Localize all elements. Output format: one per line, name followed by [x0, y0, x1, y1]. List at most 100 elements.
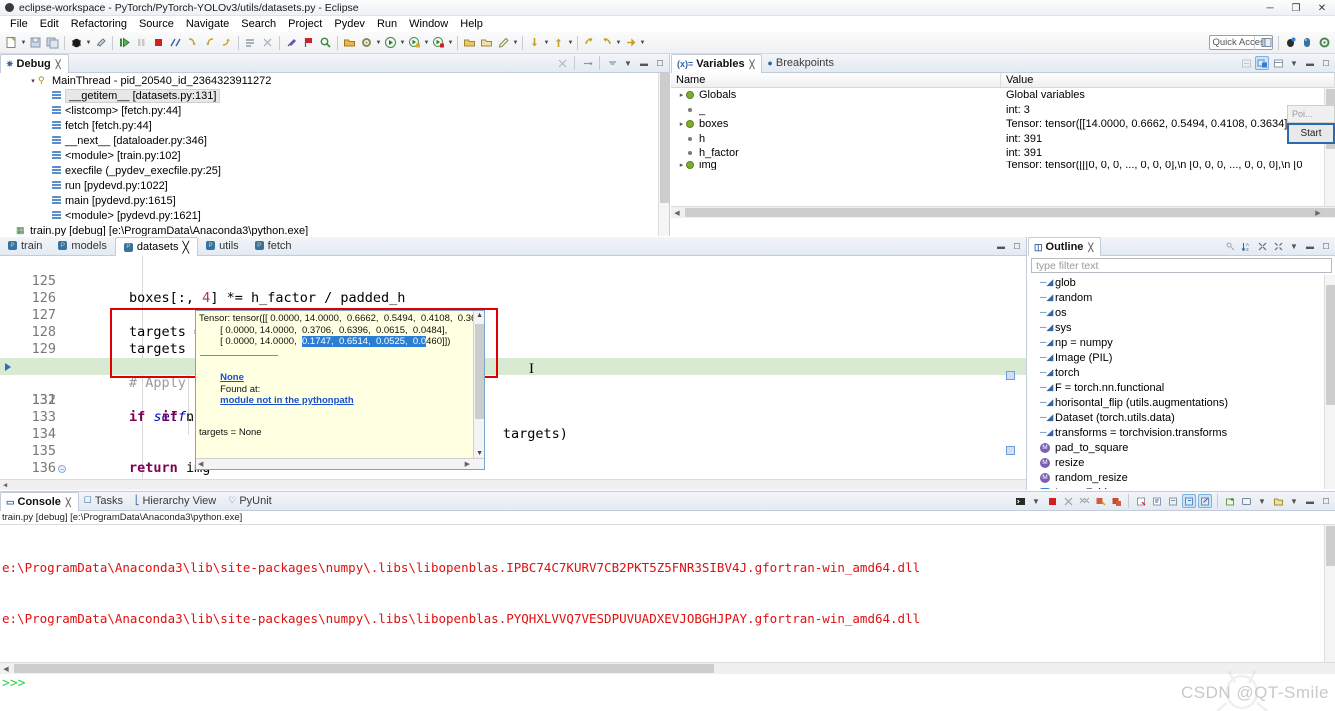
save-icon[interactable]: [28, 35, 43, 50]
scroll-lock-icon[interactable]: [1134, 494, 1148, 508]
table-row[interactable]: h_factor int: 391: [671, 146, 1335, 161]
launch-row[interactable]: ▦ train.py [debug] [e:\ProgramData\Anaco…: [0, 223, 669, 237]
build-icon[interactable]: [359, 35, 374, 50]
console-horizontal-scrollbar[interactable]: ◀: [0, 662, 1335, 674]
expand-arrow-icon[interactable]: ▸: [677, 161, 686, 169]
outline-item-pad-to-square[interactable]: Mpad_to_square: [1028, 440, 1335, 455]
show-type-names-icon[interactable]: [1255, 56, 1269, 70]
variables-horizontal-scrollbar[interactable]: ◀ ▶: [671, 206, 1335, 218]
collapse-all-icon[interactable]: [1239, 56, 1253, 70]
pydev-perspective-icon[interactable]: [1300, 35, 1315, 50]
code-line[interactable]: 136: [0, 443, 1026, 476]
stack-frame-row[interactable]: <module> [pydevd.py:1621]: [0, 208, 669, 223]
add-bookmark-icon[interactable]: [301, 35, 316, 50]
open-perspective-icon[interactable]: [1259, 35, 1274, 50]
view-menu-arrow-icon[interactable]: ▼: [621, 56, 635, 70]
tab-hierarchy-view[interactable]: ⎣ Hierarchy View: [130, 491, 223, 510]
console-vertical-scrollbar[interactable]: [1324, 525, 1335, 662]
close-icon[interactable]: ╳: [182, 241, 189, 254]
code-line[interactable]: 130 # Apply au: [0, 341, 1026, 391]
expand-arrow-icon[interactable]: ▾: [28, 77, 38, 85]
collapse-all-icon[interactable]: [1255, 239, 1269, 253]
close-button[interactable]: ✕: [1309, 0, 1335, 16]
close-icon[interactable]: ╳: [66, 498, 71, 507]
close-icon[interactable]: ╳: [750, 60, 755, 69]
outline-item-image[interactable]: ─◢ Image (PIL): [1028, 350, 1335, 365]
tab-variables[interactable]: (x)= Variables ╳: [671, 54, 763, 73]
code-line[interactable]: 133 im targets): [0, 392, 1026, 442]
debug-stack-tree[interactable]: ▾ ⚲ MainThread - pid_20540_id_2364323911…: [0, 73, 669, 236]
outline-item-sys[interactable]: ─◢ sys: [1028, 320, 1335, 335]
tab-datasets[interactable]: P datasets ╳: [114, 237, 199, 256]
tab-train[interactable]: P train: [0, 236, 50, 255]
open-console-dropdown-icon[interactable]: ▼: [1287, 494, 1301, 508]
show-console-on-output-icon[interactable]: [1166, 494, 1180, 508]
code-line[interactable]: 127 targets = torch.zeros((len(boxes), 6…: [0, 290, 1026, 340]
step-into-icon[interactable]: [185, 35, 200, 50]
outline-item-torch[interactable]: ─◢ torch: [1028, 365, 1335, 380]
code-line[interactable]: 134: [0, 409, 1026, 442]
code-line[interactable]: 125 boxes[:, 4] *= h_factor / padded_h: [0, 256, 1026, 306]
previous-annotation-dropdown-icon[interactable]: ▼: [567, 35, 574, 50]
stack-frame-row[interactable]: <listcomp> [fetch.py:44]: [0, 103, 669, 118]
debug-thread-row[interactable]: ▾ ⚲ MainThread - pid_20540_id_2364323911…: [0, 73, 669, 88]
minimize-button[interactable]: ─: [1257, 0, 1283, 16]
code-line[interactable]: 129: [0, 324, 1026, 357]
save-all-icon[interactable]: [45, 35, 60, 50]
link-debugger-icon[interactable]: [580, 56, 594, 70]
outline-item-random-resize[interactable]: Mrandom_resize: [1028, 470, 1335, 485]
view-menu-icon[interactable]: [605, 56, 619, 70]
terminate-icon[interactable]: [151, 35, 166, 50]
remove-launch-icon[interactable]: [1061, 494, 1075, 508]
stack-frame-row[interactable]: fetch [fetch.py:44]: [0, 118, 669, 133]
step-filters-icon[interactable]: [555, 56, 569, 70]
navigate-history-icon[interactable]: [623, 35, 638, 50]
code-line[interactable]: 132 if np.: [0, 375, 1026, 425]
outline-filter-input[interactable]: type filter text: [1031, 258, 1332, 273]
menu-item-window[interactable]: Window: [403, 18, 454, 30]
search-icon[interactable]: [318, 35, 333, 50]
pencil-icon[interactable]: [496, 35, 511, 50]
menu-item-help[interactable]: Help: [454, 18, 489, 30]
menu-item-file[interactable]: File: [4, 18, 34, 30]
table-row[interactable]: ▸ img Tensor: tensor([[[0, 0, 0, ..., 0, …: [671, 161, 1335, 170]
stack-frame-row[interactable]: main [pydevd.py:1615]: [0, 193, 669, 208]
pencil-dropdown-icon[interactable]: ▼: [512, 35, 519, 50]
view-menu-arrow-icon[interactable]: ▼: [1287, 56, 1301, 70]
forward-icon[interactable]: [599, 35, 614, 50]
build-dropdown-icon[interactable]: ▼: [375, 35, 382, 50]
tab-console[interactable]: ▭ Console ╳: [0, 492, 79, 511]
menu-item-source[interactable]: Source: [133, 18, 180, 30]
pin-icon[interactable]: [284, 35, 299, 50]
module-path-link[interactable]: module not in the pythonpath: [220, 395, 354, 406]
close-icon[interactable]: ╳: [56, 60, 61, 69]
previous-annotation-icon[interactable]: [551, 35, 566, 50]
run-as-dropdown-icon[interactable]: ▼: [423, 35, 430, 50]
debug-vertical-scrollbar[interactable]: [658, 73, 669, 236]
close-folder-icon[interactable]: [479, 35, 494, 50]
terminate-icon[interactable]: [1045, 494, 1059, 508]
word-wrap-icon[interactable]: [1150, 494, 1164, 508]
menu-item-run[interactable]: Run: [371, 18, 403, 30]
table-row[interactable]: ▸ Globals Global variables: [671, 88, 1335, 103]
maximize-view-icon[interactable]: ☐: [1010, 239, 1024, 253]
column-header-name[interactable]: Name: [671, 73, 1001, 87]
open-console-new-icon[interactable]: [1271, 494, 1285, 508]
menu-item-refactoring[interactable]: Refactoring: [65, 18, 133, 30]
outline-item-glob[interactable]: ─◢ glob: [1028, 275, 1335, 290]
table-row[interactable]: h int: 391: [671, 132, 1335, 147]
clear-all-console-icon[interactable]: [1109, 494, 1123, 508]
minimize-view-icon[interactable]: ▬: [1303, 56, 1317, 70]
scroll-thumb[interactable]: [685, 208, 1335, 217]
scroll-thumb[interactable]: [475, 324, 484, 419]
open-folder-icon[interactable]: [462, 35, 477, 50]
display-console-dropdown-icon[interactable]: ▼: [1255, 494, 1269, 508]
disconnect-icon[interactable]: [168, 35, 183, 50]
minimize-view-icon[interactable]: ▬: [994, 239, 1008, 253]
step-over-icon[interactable]: [202, 35, 217, 50]
scroll-thumb[interactable]: [1326, 285, 1335, 405]
open-type-icon[interactable]: [342, 35, 357, 50]
outline-item-numpy[interactable]: ─◢ np = numpy: [1028, 335, 1335, 350]
scroll-thumb[interactable]: [1326, 526, 1335, 566]
console-prompt[interactable]: >>>: [0, 674, 1335, 711]
